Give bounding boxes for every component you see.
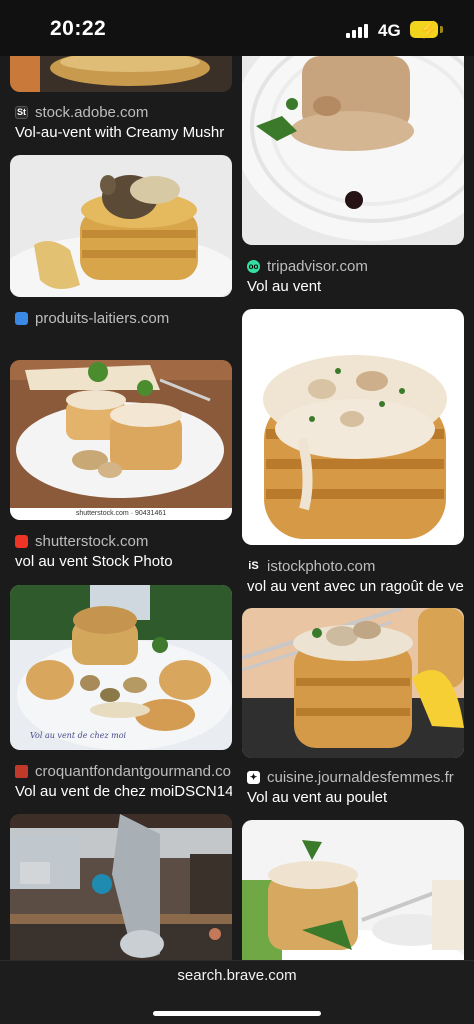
home-indicator[interactable] — [153, 1011, 321, 1016]
source-label: produits-laitiers.com — [35, 309, 170, 327]
cellular-signal-icon — [346, 24, 370, 38]
result-image[interactable] — [242, 309, 464, 545]
journal-des-femmes-icon: ✦ — [247, 770, 260, 784]
result-source[interactable]: produits-laitiers.com — [15, 308, 235, 328]
shutterstock-icon — [15, 534, 28, 548]
result-image[interactable]: shutterstock.com · 90431461 — [10, 360, 232, 520]
result-image[interactable] — [10, 814, 232, 960]
source-label: croquantfondantgourmand.co — [35, 762, 231, 780]
result-title[interactable]: Vol au vent — [247, 278, 464, 300]
status-bar: 20:22 4G ⚡ — [0, 0, 474, 56]
network-type: 4G — [378, 21, 401, 40]
address-bar[interactable]: search.brave.com — [0, 960, 474, 1024]
image-caption: Vol au vent de chez moi — [30, 731, 127, 740]
source-label: shutterstock.com — [35, 532, 149, 550]
result-image[interactable] — [10, 155, 232, 297]
url-text[interactable]: search.brave.com — [0, 967, 474, 984]
result-title[interactable]: vol au vent avec un ragoût de ve — [247, 578, 464, 600]
result-source[interactable]: ✦ cuisine.journaldesfemmes.fr — [247, 767, 467, 787]
result-image[interactable] — [242, 608, 464, 758]
result-title[interactable]: Vol-au-vent with Creamy Mushr — [15, 124, 232, 146]
result-source[interactable]: shutterstock.com — [15, 531, 235, 551]
result-source[interactable]: croquantfondantgourmand.co — [15, 761, 235, 781]
result-image[interactable] — [10, 56, 232, 92]
result-source[interactable]: oo tripadvisor.com — [247, 256, 467, 276]
adobe-stock-icon: St — [15, 105, 28, 119]
image-watermark: shutterstock.com · 90431461 — [75, 510, 167, 517]
source-label: cuisine.journaldesfemmes.fr — [267, 768, 454, 786]
croquant-fondant-icon — [15, 764, 28, 778]
result-image[interactable] — [242, 56, 464, 245]
produits-laitiers-icon — [15, 311, 28, 325]
battery-charging-icon: ⚡ — [410, 21, 439, 39]
result-title[interactable]: Vol au vent au poulet — [247, 789, 464, 811]
image-results-grid: St stock.adobe.com Vol-au-vent with Crea… — [0, 56, 474, 960]
source-label: stock.adobe.com — [35, 103, 149, 121]
istock-icon: iS — [247, 559, 260, 573]
result-source[interactable]: iS istockphoto.com — [247, 556, 467, 576]
result-image[interactable] — [242, 820, 464, 960]
clock: 20:22 — [50, 17, 107, 40]
result-source[interactable]: St stock.adobe.com — [15, 102, 235, 122]
tripadvisor-owl-icon: oo — [247, 259, 260, 273]
source-label: tripadvisor.com — [267, 257, 368, 275]
result-title[interactable]: vol au vent Stock Photo — [15, 553, 232, 575]
result-title[interactable]: Vol au vent de chez moiDSCN14 — [15, 783, 232, 805]
result-image[interactable]: Vol au vent de chez moi — [10, 585, 232, 750]
source-label: istockphoto.com — [267, 557, 376, 575]
